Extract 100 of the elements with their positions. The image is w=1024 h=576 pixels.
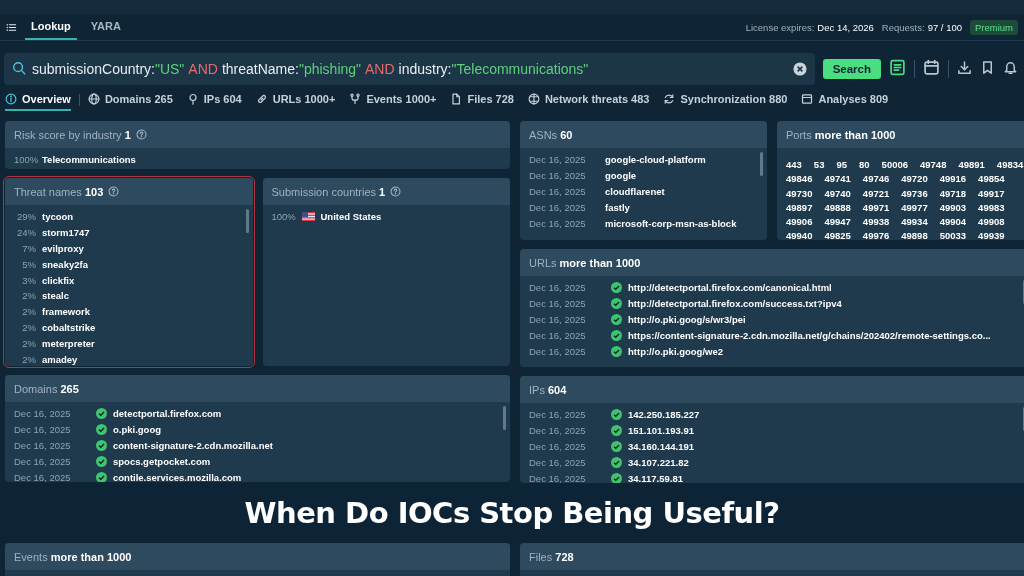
port-number: 49891 <box>958 158 985 172</box>
row-date: Dec 16, 2025 <box>529 282 587 294</box>
row-date: Dec 16, 2025 <box>529 472 587 483</box>
percent: 2% <box>21 306 36 318</box>
row-date: Dec 16, 2025 <box>529 409 587 421</box>
url-text: http://o.pki.goog/we2 <box>628 345 723 357</box>
percent: 24% <box>16 227 36 239</box>
port-number: 49904 <box>939 215 967 230</box>
nav-tab[interactable]: Events 1000+ <box>349 89 437 111</box>
window-icon <box>801 93 814 105</box>
threat-name: amadey <box>42 353 78 365</box>
scrollbar[interactable] <box>503 406 506 430</box>
panel-title: IPs 604 <box>529 383 567 396</box>
asn-name: cloudflarenet <box>605 186 665 197</box>
scrollbar[interactable] <box>760 152 763 176</box>
port-number: 49730 <box>786 186 813 201</box>
search-button[interactable]: Search <box>822 59 881 79</box>
check-icon <box>611 298 622 310</box>
search-field[interactable]: submissionCountry:"US" AND threatName:"phishing" AND industry:"Telecommunications" <box>4 53 815 85</box>
check-icon <box>611 314 622 325</box>
check-icon <box>611 441 622 452</box>
row-date: Dec 16, 2025 <box>14 455 72 467</box>
panel-title: ASNs 60 <box>529 128 573 141</box>
nav-tab[interactable]: Network threats 483 <box>527 89 650 111</box>
panel-title: URLs more than 1000 <box>529 256 641 269</box>
port-number: 49720 <box>901 172 928 187</box>
document-icon[interactable] <box>889 58 906 76</box>
search-icon <box>12 60 26 75</box>
nav-tab[interactable]: IPs 604 <box>186 89 242 111</box>
nav-tab[interactable]: Overview <box>5 89 71 111</box>
check-icon <box>96 440 107 451</box>
threat-name: storm1747 <box>42 227 90 239</box>
domain-name: contile.services.mozilla.com <box>113 471 242 482</box>
ip-address: 34.107.221.82 <box>628 456 689 468</box>
panel-title: Threat names 103 <box>14 185 104 198</box>
download-icon[interactable] <box>957 59 972 75</box>
port-number: 49721 <box>862 186 890 201</box>
requests-label: Requests: <box>881 21 925 33</box>
check-icon <box>611 329 622 341</box>
row-date: Dec 16, 2025 <box>529 201 587 213</box>
row-date: Dec 16, 2025 <box>14 471 72 482</box>
menu-icon[interactable] <box>6 21 17 33</box>
scrollbar[interactable] <box>245 209 249 233</box>
check-icon <box>96 424 107 436</box>
row-date: Dec 16, 2025 <box>529 441 587 452</box>
nav-tab[interactable]: URLs 1000+ <box>255 89 336 111</box>
port-number: 49971 <box>862 200 890 215</box>
row-date: Dec 16, 2025 <box>529 186 587 197</box>
clear-icon[interactable] <box>792 62 807 76</box>
row-date: Dec 16, 2025 <box>529 154 587 166</box>
fork-icon <box>349 93 362 105</box>
port-number: 50033 <box>939 229 967 240</box>
check-icon <box>96 455 107 467</box>
domain-name: detectportal.firefox.com <box>113 408 222 420</box>
row-date: Dec 16, 2025 <box>529 329 587 341</box>
nav-tab[interactable]: Files 728 <box>450 89 514 111</box>
port-number: 49977 <box>901 200 928 215</box>
percent: 5% <box>21 258 36 270</box>
bookmark-icon[interactable] <box>980 59 995 75</box>
asn-name: microsoft-corp-msn-as-block <box>605 217 737 229</box>
port-number: 49983 <box>978 200 1005 215</box>
url-text: http://detectportal.firefox.com/canonical.html <box>628 282 832 294</box>
row-date: Dec 16, 2025 <box>529 314 587 325</box>
percent: 100% <box>271 211 296 223</box>
nav-tab[interactable]: Domains 265 <box>87 89 173 111</box>
percent: 2% <box>21 353 36 365</box>
ip-address: 151.101.193.91 <box>628 425 695 437</box>
link-icon <box>255 93 268 105</box>
nav-tab[interactable]: Analyses 809 <box>801 89 889 111</box>
domain-name: spocs.getpocket.com <box>113 455 211 467</box>
port-number: 49897 <box>786 200 813 215</box>
calendar-icon[interactable] <box>923 58 940 76</box>
url-text: https://content-signature-2.cdn.mozilla.net/g/chains/202402/remote-settings.co... <box>628 329 991 341</box>
globe-icon <box>87 93 100 105</box>
port-number: 49906 <box>786 215 813 230</box>
row-date: Dec 16, 2025 <box>529 425 587 437</box>
port-number: 49908 <box>978 215 1005 230</box>
check-icon <box>611 456 622 468</box>
check-icon <box>611 409 622 421</box>
tab[interactable]: YARA <box>84 14 127 40</box>
port-number: 50006 <box>881 158 908 172</box>
nav-tab[interactable]: Synchronization 880 <box>663 89 788 111</box>
asn-name: fastly <box>605 201 630 213</box>
ip-address: 34.160.144.191 <box>628 441 695 452</box>
port-number: 80 <box>859 158 870 172</box>
row-date: Dec 16, 2025 <box>14 440 72 451</box>
tab[interactable]: Lookup <box>25 14 77 40</box>
panel-title: Submission countries 1 <box>271 185 386 198</box>
domain-name: o.pki.goog <box>113 424 162 436</box>
panel-title: Files 728 <box>529 550 574 563</box>
port-number: 49740 <box>824 186 851 201</box>
percent: 2% <box>21 321 36 333</box>
port-number: 443 <box>786 158 802 172</box>
url-text: http://detectportal.firefox.com/success.txt?ipv4 <box>628 298 842 310</box>
pin-icon <box>186 93 199 105</box>
bell-icon[interactable] <box>1003 59 1018 75</box>
row-date: Dec 16, 2025 <box>14 424 72 436</box>
country-name: United States <box>320 211 382 223</box>
row-date: Dec 16, 2025 <box>529 170 587 182</box>
threat-name: sneaky2fa <box>42 258 88 270</box>
